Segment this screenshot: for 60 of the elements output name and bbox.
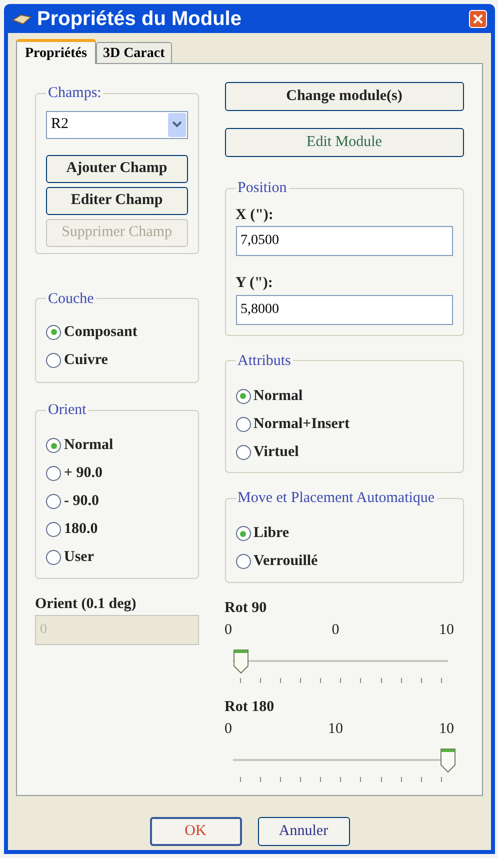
field-button[interactable]: Ajouter Champ: [46, 154, 188, 182]
radio-button[interactable]: [46, 466, 61, 481]
option-label: Normal: [254, 386, 303, 406]
slider-label: Rot 180: [224, 698, 276, 716]
field-button[interactable]: Editer Champ: [46, 186, 188, 214]
dropdown-value: R2: [51, 115, 70, 134]
radio-button[interactable]: [46, 494, 61, 509]
scale-label: 0: [224, 720, 232, 739]
scale-label: 0: [332, 621, 340, 640]
radio-button[interactable]: [46, 438, 61, 453]
option-label: Verrouillé: [254, 552, 318, 572]
slider-label: Rot 90: [224, 598, 268, 618]
radio-button[interactable]: [236, 444, 251, 460]
group-label: Attributs: [236, 352, 292, 370]
option-label: Normal+Insert: [254, 414, 350, 434]
field-label: Orient (0.1 deg): [35, 594, 138, 614]
scale-label: 10: [328, 720, 344, 739]
action-button[interactable]: Edit Module: [224, 128, 464, 157]
slider-thumb[interactable]: [440, 746, 456, 772]
group-label: Couche: [47, 290, 95, 308]
window-icon: [12, 12, 32, 26]
radio-button[interactable]: [46, 324, 61, 340]
radio-button[interactable]: [46, 550, 61, 565]
radio-button[interactable]: [236, 388, 251, 404]
slider-thumb[interactable]: [232, 648, 249, 674]
chevron-icon: [172, 121, 182, 128]
field-label: X ("):: [236, 206, 274, 224]
group-label: Position: [236, 179, 288, 198]
scale-label: 10: [439, 720, 454, 739]
close-button[interactable]: [469, 10, 487, 28]
option-label: User: [64, 548, 94, 568]
radio-button[interactable]: [236, 416, 251, 432]
option-label: Libre: [254, 524, 290, 544]
group-label: Move et Placement Automatique: [236, 489, 436, 508]
window-title: Propriétés du Module: [37, 6, 242, 32]
option-label: Normal: [64, 436, 114, 456]
tab[interactable]: Propriétés: [16, 39, 96, 64]
option-label: 180.0: [64, 520, 98, 540]
option-label: - 90.0: [64, 492, 99, 512]
coordinate-input[interactable]: 7,0500: [236, 226, 453, 256]
radio-button[interactable]: [236, 554, 251, 569]
radio-button[interactable]: [236, 526, 251, 541]
tab[interactable]: 3D Caract: [96, 42, 172, 63]
action-button[interactable]: Change module(s): [224, 82, 464, 111]
coordinate-input[interactable]: 5,8000: [236, 294, 453, 324]
scale-label: 10: [439, 621, 454, 640]
scale-label: 0: [224, 621, 232, 640]
close-icon: [473, 14, 483, 24]
dialog-button[interactable]: OK: [150, 817, 242, 846]
option-label: + 90.0: [64, 464, 103, 484]
radio-button[interactable]: [46, 352, 61, 368]
group-label: Champs:: [47, 84, 102, 103]
dropdown[interactable]: R2: [46, 110, 188, 138]
dialog-button[interactable]: Annuler: [258, 817, 350, 846]
option-label: Composant: [64, 322, 138, 342]
option-label: Cuivre: [64, 350, 108, 370]
field-label: Y ("):: [236, 274, 274, 293]
option-label: Virtuel: [254, 442, 299, 462]
group-label: Orient: [47, 401, 88, 420]
radio-button[interactable]: [46, 522, 61, 537]
